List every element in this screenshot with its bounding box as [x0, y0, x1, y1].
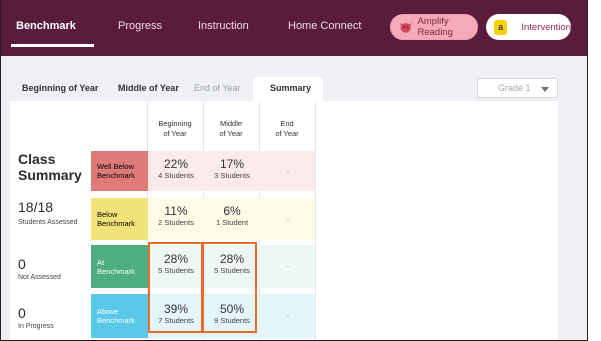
cell-moy: 6% 1 Student: [215, 204, 249, 227]
subtab-summary[interactable]: Summary: [270, 83, 311, 93]
tab-home-connect[interactable]: Home Connect: [288, 20, 361, 32]
band-below-benchmark: Below Benchmark: [91, 198, 148, 240]
cell-boy: 11% 2 Students: [158, 204, 194, 227]
students-assessed-label: Students Assessed: [18, 219, 78, 226]
tab-benchmark[interactable]: Benchmark: [16, 20, 76, 32]
chevron-down-icon: [541, 87, 549, 92]
column-header-eoy: End of Year: [275, 119, 299, 138]
highlight-box-boy: [148, 242, 203, 333]
amplify-reading-button[interactable]: Amplify Reading: [390, 14, 478, 40]
column-header-boy: Beginning of Year: [158, 119, 192, 138]
cell-boy: 22% 4 Students: [158, 157, 194, 180]
subtab-beginning-of-year[interactable]: Beginning of Year: [22, 83, 98, 93]
band-above-benchmark: Above Benchmark: [91, 294, 148, 338]
subtab-middle-of-year[interactable]: Middle of Year: [118, 83, 179, 93]
top-nav: Benchmark Progress Instruction Home Conn…: [1, 0, 587, 56]
cell-eoy: -: [286, 215, 290, 224]
not-assessed-label: Not Assessed: [18, 274, 61, 281]
amplify-reading-label: Amplify Reading: [417, 16, 453, 38]
active-tab-underline: [11, 44, 94, 47]
tab-progress[interactable]: Progress: [118, 20, 162, 32]
summary-table: Beginning of Year Middle of Year End of …: [10, 101, 558, 340]
highlight-box-moy: [202, 242, 257, 333]
cell-moy: 17% 3 Students: [214, 157, 250, 180]
tab-instruction[interactable]: Instruction: [198, 20, 249, 32]
not-assessed-value: 0: [18, 256, 26, 272]
intervention-badge-icon: a: [494, 19, 508, 35]
class-summary-title: Class Summary: [18, 151, 82, 183]
amplify-logo-icon: [399, 22, 412, 33]
content-area: Beginning of Year Middle of Year End of …: [1, 56, 587, 340]
column-header-moy: Middle of Year: [219, 119, 243, 138]
intervention-label: Intervention: [521, 21, 571, 33]
app-window: Benchmark Progress Instruction Home Conn…: [0, 0, 588, 341]
in-progress-value: 0: [18, 305, 26, 321]
subtab-end-of-year[interactable]: End of Year: [194, 83, 241, 93]
students-assessed-value: 18/18: [18, 199, 54, 215]
grade-select[interactable]: Grade 1: [477, 78, 558, 98]
in-progress-label: In Progress: [18, 323, 54, 330]
intervention-button[interactable]: a Intervention: [486, 14, 571, 40]
band-at-benchmark: At Benchmark: [91, 245, 148, 288]
cell-eoy: -: [286, 312, 290, 321]
cell-eoy: -: [286, 262, 290, 271]
grade-select-value: Grade 1: [498, 83, 531, 93]
cell-eoy: -: [286, 167, 290, 176]
band-well-below-benchmark: Well Below Benchmark: [91, 151, 148, 191]
